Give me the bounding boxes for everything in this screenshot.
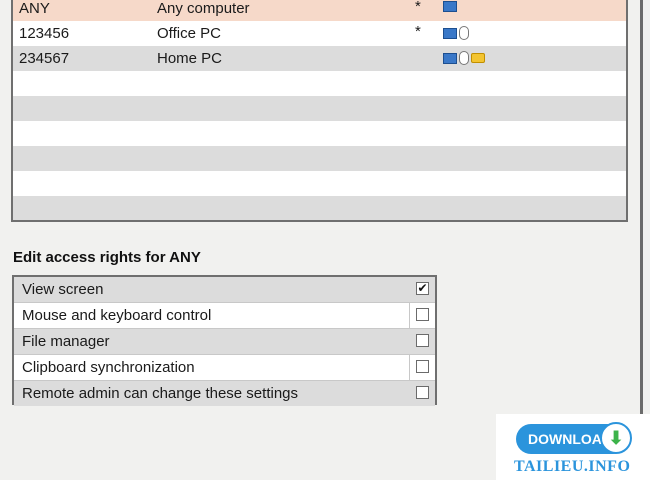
computer-id: 234567 bbox=[19, 50, 70, 67]
right-row-clipboard[interactable]: Clipboard synchronization bbox=[14, 355, 435, 381]
permission-icons bbox=[443, 51, 485, 65]
empty-row bbox=[13, 121, 626, 146]
window-frame-right bbox=[640, 0, 643, 420]
right-label: View screen bbox=[22, 281, 104, 298]
computer-flag: * bbox=[415, 0, 421, 15]
computer-row-office[interactable]: 123456 Office PC * bbox=[13, 21, 626, 46]
computer-id: ANY bbox=[19, 0, 50, 17]
computer-id: 123456 bbox=[19, 25, 70, 42]
computer-name: Home PC bbox=[157, 50, 223, 67]
permission-icons bbox=[443, 1, 457, 12]
computer-row-home[interactable]: 234567 Home PC bbox=[13, 46, 626, 71]
monitor-icon bbox=[443, 1, 457, 12]
access-rights-title: Edit access rights for ANY bbox=[13, 249, 201, 266]
download-badge[interactable]: DOWNLOAD ⬇ TAILIEU.INFO bbox=[496, 414, 650, 480]
empty-row bbox=[13, 96, 626, 121]
computer-row-any[interactable]: ANY Any computer * bbox=[13, 0, 626, 21]
right-row-remote-admin[interactable]: Remote admin can change these settings bbox=[14, 381, 435, 406]
monitor-icon bbox=[443, 52, 457, 64]
empty-row bbox=[13, 171, 626, 196]
computer-name: Office PC bbox=[157, 25, 221, 42]
empty-row bbox=[13, 71, 626, 96]
mouse-icon bbox=[459, 51, 469, 65]
computer-list[interactable]: ANY Any computer * 123456 Office PC * 23… bbox=[11, 0, 628, 222]
empty-row bbox=[13, 146, 626, 171]
right-row-file-manager[interactable]: File manager bbox=[14, 329, 435, 355]
mouse-icon bbox=[459, 26, 469, 40]
clipboard-checkbox[interactable] bbox=[416, 360, 429, 373]
right-label: Clipboard synchronization bbox=[22, 359, 195, 376]
download-arrow-icon: ⬇ bbox=[600, 422, 632, 454]
right-row-mouse-keyboard[interactable]: Mouse and keyboard control bbox=[14, 303, 435, 329]
view-screen-checkbox[interactable]: ✔ bbox=[416, 282, 429, 295]
right-label: File manager bbox=[22, 333, 110, 350]
file-manager-checkbox[interactable] bbox=[416, 334, 429, 347]
remote-admin-checkbox[interactable] bbox=[416, 386, 429, 399]
monitor-icon bbox=[443, 27, 457, 39]
access-rights-list: View screen ✔ Mouse and keyboard control… bbox=[12, 275, 437, 406]
computer-name: Any computer bbox=[157, 0, 250, 17]
right-label: Remote admin can change these settings bbox=[22, 385, 298, 402]
permission-icons bbox=[443, 26, 469, 40]
right-row-view-screen[interactable]: View screen ✔ bbox=[14, 277, 435, 303]
mouse-keyboard-checkbox[interactable] bbox=[416, 308, 429, 321]
site-name: TAILIEU.INFO bbox=[514, 458, 631, 475]
empty-row bbox=[13, 196, 626, 220]
folder-icon bbox=[471, 53, 485, 63]
right-label: Mouse and keyboard control bbox=[22, 307, 212, 324]
computer-flag: * bbox=[415, 23, 421, 40]
